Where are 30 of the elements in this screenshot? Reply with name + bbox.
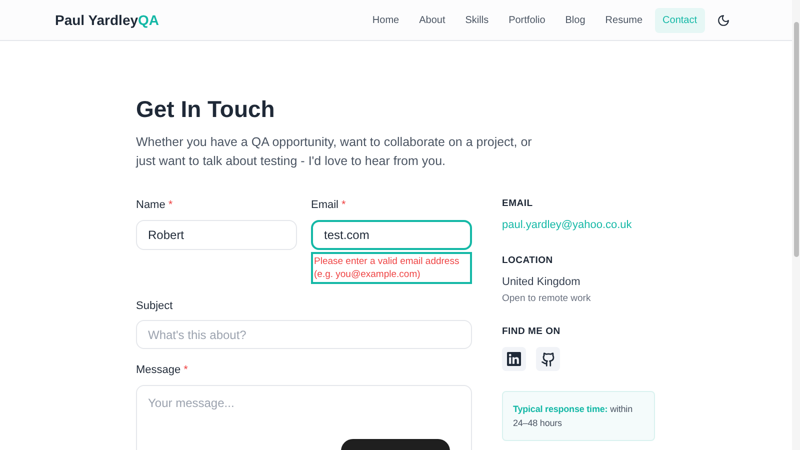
field-label: Subject <box>136 298 174 314</box>
field-label: Name * <box>136 198 174 213</box>
info-heading: FIND ME ON <box>502 324 562 339</box>
social-link[interactable] <box>502 347 526 371</box>
nav-link[interactable]: Portfolio <box>500 8 554 32</box>
scrollbar[interactable] <box>792 0 800 450</box>
field-label: Message * <box>136 363 189 378</box>
nav-link[interactable]: Resume <box>597 8 651 32</box>
response-time-note: Typical response time: within 24–48 hours <box>502 391 655 441</box>
github-icon <box>540 352 556 366</box>
social-link[interactable] <box>536 347 560 371</box>
field-label: Email * <box>311 198 347 213</box>
info-heading: EMAIL <box>502 197 534 211</box>
site-logo[interactable]: Paul YardleyQA <box>55 10 160 30</box>
error-message: Please enter a valid email address (e.g. you@example.com) <box>311 252 472 284</box>
nav-link[interactable]: About <box>411 8 454 32</box>
page-title: Get In Touch <box>136 95 276 123</box>
linkedin-icon <box>507 352 521 366</box>
nav-link[interactable]: Home <box>364 8 408 32</box>
location-note: Open to remote work <box>502 292 592 306</box>
location-text: United Kingdom <box>502 275 582 290</box>
nav-link[interactable]: Skills <box>457 8 497 32</box>
nav-link[interactable]: Blog <box>557 8 594 32</box>
info-heading: LOCATION <box>502 254 554 268</box>
message-field[interactable]: Your message... <box>136 384 472 450</box>
moon-icon[interactable] <box>717 14 730 26</box>
input-field[interactable]: What's this about? <box>136 320 472 349</box>
input-field[interactable]: Robert <box>136 220 297 250</box>
input-field[interactable]: test.com <box>311 220 472 250</box>
intro-text: Whether you have a QA opportunity, want to collaborate on a project, or just want to talk about testing - I'd love to hear from you. <box>136 134 533 170</box>
